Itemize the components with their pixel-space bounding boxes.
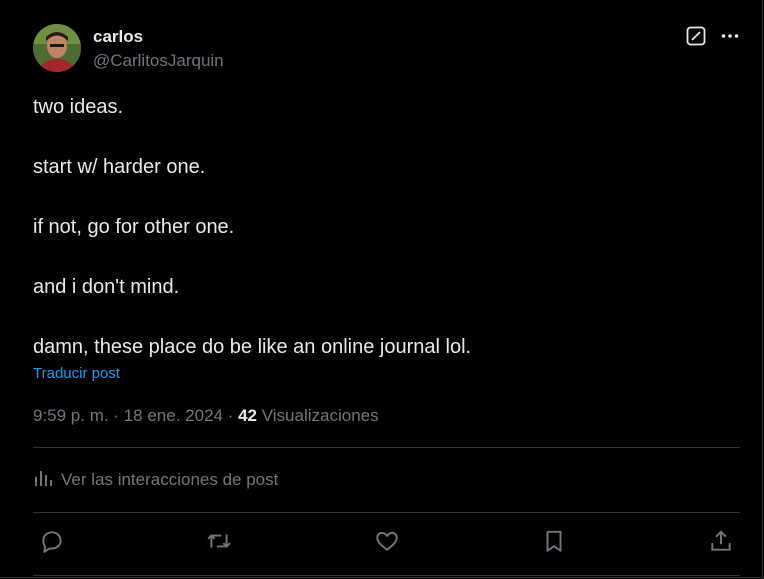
tweet-date[interactable]: 18 ene. 2024 (124, 406, 223, 425)
tweet-time[interactable]: 9:59 p. m. (33, 406, 109, 425)
like-button[interactable] (374, 530, 400, 556)
tweet-meta: 9:59 p. m. · 18 ene. 2024 · 42 Visualiza… (33, 405, 740, 427)
bar-chart-icon (33, 468, 53, 493)
view-interactions-label: Ver las interacciones de post (61, 470, 279, 489)
action-bar (33, 513, 740, 573)
view-interactions-link[interactable]: Ver las interacciones de post (33, 448, 740, 512)
tweet-paragraph: and i don't mind. (33, 276, 180, 298)
grok-icon[interactable] (686, 26, 706, 46)
reply-icon (39, 528, 65, 559)
share-button[interactable] (708, 528, 734, 559)
tweet-paragraph: two ideas. (33, 96, 124, 118)
tweet-paragraph: damn, these place do be like an online j… (33, 336, 472, 358)
author-display-name[interactable]: carlos (93, 26, 224, 48)
author-names: carlos @CarlitosJarquin (93, 26, 224, 72)
divider (33, 575, 740, 576)
avatar[interactable] (33, 24, 81, 72)
meta-separator: · (222, 406, 239, 425)
retweet-icon (206, 528, 232, 559)
tweet-text: two ideas. start w/ harder one. if not, … (33, 92, 740, 362)
author-handle[interactable]: @CarlitosJarquin (93, 50, 224, 72)
tweet-paragraph: start w/ harder one. (33, 156, 206, 178)
more-icon[interactable] (720, 26, 740, 46)
bookmark-button[interactable] (541, 530, 567, 556)
tweet-paragraph: if not, go for other one. (33, 216, 235, 238)
share-icon (708, 528, 734, 559)
view-count: 42 (238, 406, 258, 425)
translate-link[interactable]: Traducir post (33, 364, 740, 384)
header-actions (686, 26, 740, 46)
tweet-header: carlos @CarlitosJarquin (33, 24, 740, 76)
bookmark-icon (541, 528, 567, 559)
retweet-button[interactable] (206, 530, 232, 556)
view-label: Visualizaciones (257, 406, 379, 425)
reply-button[interactable] (39, 530, 65, 556)
meta-separator: · (108, 406, 124, 425)
heart-icon (374, 528, 400, 559)
tweet: carlos @CarlitosJarquin two ideas. start… (33, 24, 740, 573)
